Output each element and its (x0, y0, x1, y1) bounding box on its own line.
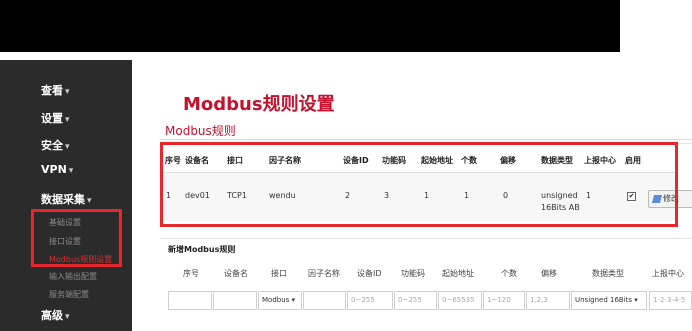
page-title: Modbus规则设置 (183, 94, 335, 115)
cell-start-addr: 1 (424, 191, 430, 200)
col-header-offset: 偏移 (500, 156, 516, 165)
col-header-interface: 接口 (227, 156, 243, 165)
dtype-select[interactable]: Unsigned 16Bits ▾ (571, 291, 647, 310)
offset-field[interactable]: 1,2,3 (526, 291, 570, 310)
start-addr-field[interactable]: 0~65535 (438, 291, 482, 310)
enabled-checkbox[interactable]: ✔ (627, 192, 636, 201)
chevron-down-icon: ▾ (65, 115, 70, 125)
nav-settings[interactable]: 设置 ▾ (41, 110, 70, 126)
nav-vpn-label: VPN (41, 163, 67, 176)
nav-view[interactable]: 查看 ▾ (41, 82, 70, 98)
func-code-field[interactable]: 0~255 (394, 291, 437, 310)
cell-interface: TCP1 (227, 191, 247, 200)
col-header-start-addr: 起始地址 (421, 156, 453, 165)
chevron-down-icon: ▾ (65, 87, 70, 97)
add-header-count: 个数 (501, 269, 517, 278)
col-header-device: 设备名 (185, 156, 209, 165)
add-header-factor: 因子名称 (308, 269, 340, 278)
add-header-start-addr: 起始地址 (442, 269, 474, 278)
add-header-device-id: 设备ID (357, 269, 382, 278)
nav-security-label: 安全 (41, 139, 63, 152)
sidebar-highlight-box (31, 209, 122, 267)
nav-view-label: 查看 (41, 84, 63, 97)
divider (160, 238, 692, 239)
nav-advanced[interactable]: 高级 ▾ (41, 307, 70, 323)
add-header-interface: 接口 (271, 269, 287, 278)
count-field[interactable]: 1~120 (483, 291, 525, 310)
add-header-center: 上报中心 (652, 269, 684, 278)
col-header-index: 序号 (165, 156, 181, 165)
col-header-device-id: 设备ID (343, 156, 369, 165)
col-header-factor: 因子名称 (269, 156, 301, 165)
cell-factor: wendu (269, 191, 296, 200)
cell-device-id: 2 (345, 191, 351, 200)
section-title: Modbus规则 (165, 124, 236, 138)
index-field[interactable] (168, 291, 212, 310)
divider (160, 139, 692, 140)
col-header-func-code: 功能码 (382, 156, 406, 165)
chevron-down-icon: ▾ (65, 312, 70, 322)
nav-security[interactable]: 安全 ▾ (41, 137, 70, 153)
sidebar-item-io-config[interactable]: 输入输出配置 (49, 271, 97, 282)
nav-data-collection[interactable]: 数据采集 ▾ (41, 191, 92, 207)
add-rule-title: 新增Modbus规则 (168, 245, 236, 254)
nav-advanced-label: 高级 (41, 309, 63, 322)
top-header-bar (0, 0, 620, 52)
edit-button-label: 修改 (663, 194, 679, 203)
nav-data-collection-label: 数据采集 (41, 193, 85, 206)
cell-index: 1 (166, 191, 172, 200)
cell-offset: 0 (503, 191, 509, 200)
interface-select[interactable]: Modbus ▾ (258, 291, 302, 310)
add-header-dtype: 数据类型 (592, 269, 624, 278)
nav-settings-label: 设置 (41, 112, 63, 125)
add-header-func-code: 功能码 (401, 269, 425, 278)
chevron-down-icon: ▾ (68, 166, 74, 176)
cell-func-code: 3 (384, 191, 390, 200)
chevron-down-icon: ▾ (87, 196, 92, 206)
add-header-device: 设备名 (224, 269, 248, 278)
sidebar-item-server-config[interactable]: 服务端配置 (49, 289, 89, 300)
chevron-down-icon: ▾ (65, 142, 70, 152)
cell-device: dev01 (185, 191, 210, 200)
col-header-center: 上报中心 (584, 156, 616, 165)
col-header-dtype: 数据类型 (541, 156, 573, 165)
add-header-offset: 偏移 (541, 269, 557, 278)
factor-name-field[interactable] (303, 291, 346, 310)
col-header-enabled: 启用 (625, 156, 641, 165)
center-field[interactable]: 1-2-3-4-5 (649, 291, 692, 310)
divider (160, 172, 675, 173)
device-id-field[interactable]: 0~255 (347, 291, 393, 310)
cell-dtype: unsigned (541, 191, 578, 200)
edit-icon (651, 194, 663, 203)
edit-button[interactable]: 修改 (648, 190, 692, 208)
col-header-count: 个数 (461, 156, 477, 165)
cell-dtype-line2: 16Bits AB (541, 203, 580, 212)
device-name-field[interactable] (213, 291, 257, 310)
add-header-index: 序号 (183, 269, 199, 278)
cell-count: 1 (464, 191, 470, 200)
cell-center: 1 (586, 191, 592, 200)
nav-vpn[interactable]: VPN ▾ (41, 163, 73, 176)
